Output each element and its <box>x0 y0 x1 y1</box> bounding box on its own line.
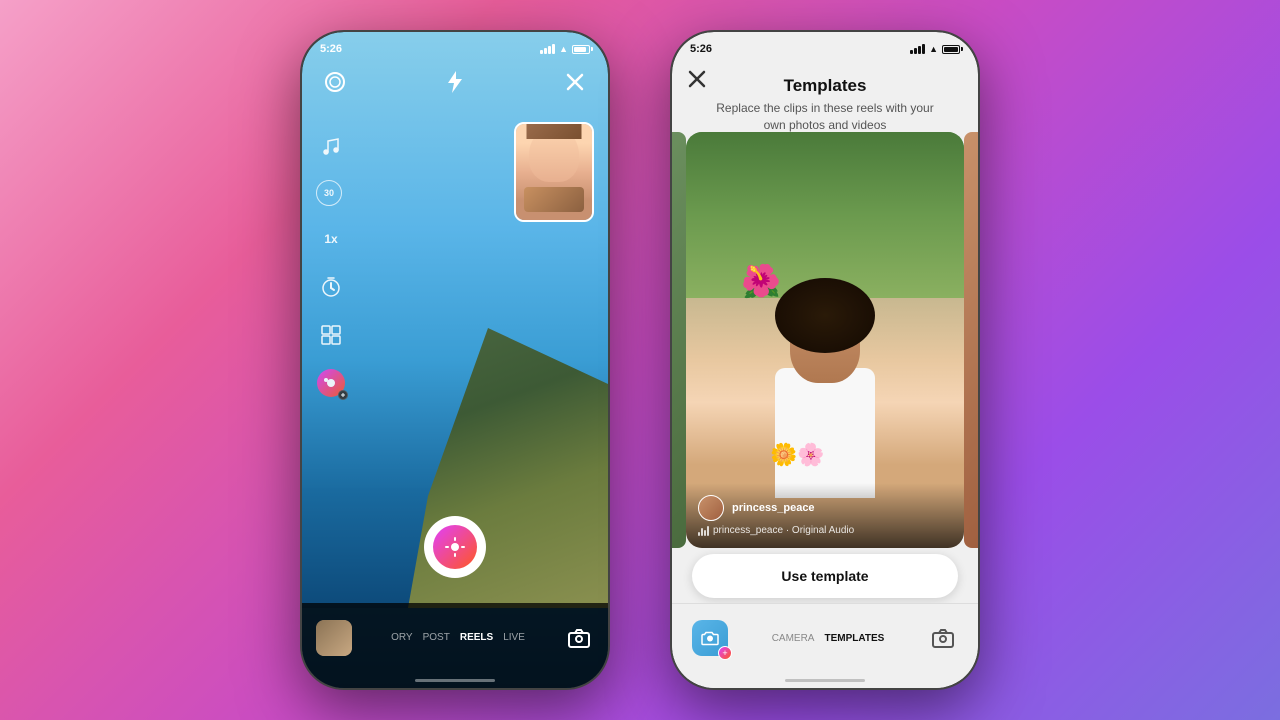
bottom-nav-1: ORY POST REELS LIVE <box>302 603 608 688</box>
tab-live[interactable]: LIVE <box>503 632 525 643</box>
use-template-button[interactable]: Use template <box>692 554 958 598</box>
status-bar-1: 5:26 ▲ <box>302 32 608 60</box>
phone-2-screen: 5:26 ▲ Tem <box>672 32 978 688</box>
time-1: 5:26 <box>320 43 342 55</box>
home-indicator-2 <box>785 679 865 682</box>
wifi-icon-2: ▲ <box>929 44 938 54</box>
side-toolbar: 30 1x <box>316 132 346 398</box>
nav-tabs-2: CAMERA TEMPLATES <box>772 633 885 644</box>
camera-nav-item[interactable]: + <box>692 620 728 656</box>
user-avatar <box>698 495 724 521</box>
tab-templates-2[interactable]: TEMPLATES <box>824 633 884 644</box>
bottom-nav-2: + CAMERA TEMPLATES <box>672 603 978 688</box>
effects-icon[interactable] <box>316 368 346 398</box>
lens-button[interactable] <box>320 67 350 97</box>
phone-2: 5:26 ▲ Tem <box>670 30 980 690</box>
status-bar-2: 5:26 ▲ <box>672 32 978 60</box>
templates-header: Templates Replace the clips in these ree… <box>672 64 978 134</box>
phone-1-screen: 5:26 ▲ <box>302 32 608 688</box>
home-indicator-1 <box>415 679 495 682</box>
video-background: 🌼🌸 🌺 princess_peace <box>686 132 964 548</box>
nav-tabs-1: ORY POST REELS LIVE <box>391 632 525 643</box>
templates-title: Templates <box>784 76 867 96</box>
speed-icon[interactable]: 1x <box>316 224 346 254</box>
tab-story[interactable]: ORY <box>391 632 413 643</box>
use-template-label: Use template <box>781 568 868 584</box>
username: princess_peace <box>732 502 815 514</box>
top-controls <box>302 67 608 97</box>
tab-reels[interactable]: REELS <box>460 632 493 643</box>
audio-info: princess_peace · Original Audio <box>698 525 952 536</box>
selfie-preview <box>514 122 594 222</box>
video-info: princess_peace princess_peace · Original… <box>686 483 964 548</box>
tab-post[interactable]: POST <box>423 632 450 643</box>
wifi-icon: ▲ <box>559 44 568 54</box>
flash-button[interactable] <box>440 67 470 97</box>
video-user: princess_peace <box>698 495 952 521</box>
time-2: 5:26 <box>690 43 712 55</box>
camera-nav-icon: + <box>692 620 728 656</box>
close-button-1[interactable] <box>560 67 590 97</box>
battery-icon-2 <box>942 45 960 54</box>
shutter-button[interactable] <box>424 516 486 578</box>
timer-icon[interactable]: 30 <box>316 180 342 206</box>
signal-icon-2 <box>910 44 925 54</box>
nav-avatar[interactable] <box>316 620 352 656</box>
shutter-inner <box>433 525 477 569</box>
side-peek-left <box>672 132 686 548</box>
battery-icon <box>572 45 590 54</box>
flip-camera-button-1[interactable] <box>564 623 594 653</box>
side-peek-right <box>964 132 978 548</box>
music-icon[interactable] <box>316 132 346 162</box>
selfie-face <box>516 124 592 220</box>
countdown-icon[interactable] <box>316 272 346 302</box>
phone-1: 5:26 ▲ <box>300 30 610 690</box>
video-card[interactable]: 🌼🌸 🌺 princess_peace <box>686 132 964 548</box>
templates-subtitle: Replace the clips in these reels with yo… <box>716 100 933 134</box>
flip-camera-button-2[interactable] <box>928 623 958 653</box>
camera-plus-icon: + <box>718 646 732 660</box>
audio-text: princess_peace · Original Audio <box>713 525 854 536</box>
close-button-2[interactable] <box>688 70 706 93</box>
layout-icon[interactable] <box>316 320 346 350</box>
tab-camera-2[interactable]: CAMERA <box>772 633 815 644</box>
signal-icon <box>540 44 555 54</box>
music-bars-icon <box>698 526 709 536</box>
